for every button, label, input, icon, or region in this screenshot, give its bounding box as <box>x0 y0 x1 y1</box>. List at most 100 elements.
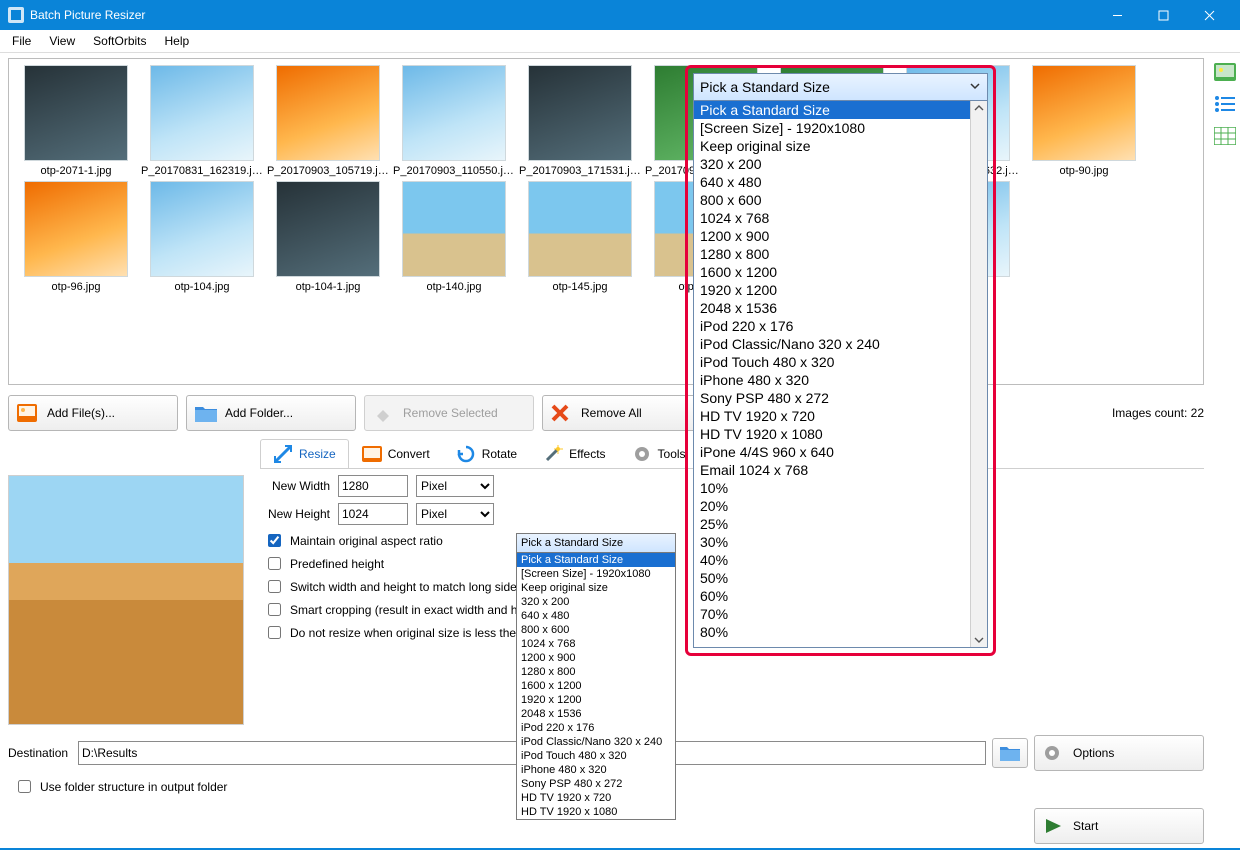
big-dropdown-option[interactable]: Sony PSP 480 x 272 <box>694 389 987 407</box>
window-maximize-button[interactable] <box>1140 0 1186 30</box>
options-button[interactable]: Options <box>1034 735 1204 771</box>
thumbnail-item[interactable]: otp-140.jpg <box>393 181 515 293</box>
big-dropdown-option[interactable]: Email 1024 x 768 <box>694 461 987 479</box>
window-close-button[interactable] <box>1186 0 1232 30</box>
small-dropdown-option[interactable]: 1920 x 1200 <box>517 693 675 707</box>
remove-selected-button[interactable]: Remove Selected <box>364 395 534 431</box>
chevron-down-icon <box>969 79 981 95</box>
big-dropdown-list[interactable]: Pick a Standard Size [Screen Size] - 192… <box>693 101 988 648</box>
thumbnail-image <box>150 65 254 161</box>
big-dropdown-scrollbar[interactable] <box>970 101 987 647</box>
menu-help[interactable]: Help <box>157 32 198 50</box>
thumbnail-item[interactable]: otp-104.jpg <box>141 181 263 293</box>
thumbnail-item[interactable]: P_20170831_162319.jpg <box>141 65 263 177</box>
big-dropdown-option[interactable]: HD TV 1920 x 720 <box>694 407 987 425</box>
thumbnail-item[interactable]: otp-96.jpg <box>15 181 137 293</box>
big-dropdown-option[interactable]: 640 x 480 <box>694 173 987 191</box>
big-dropdown-option[interactable]: 320 x 200 <box>694 155 987 173</box>
small-size-dropdown-list[interactable]: Pick a Standard Size Pick a Standard Siz… <box>516 533 676 820</box>
add-folder-button[interactable]: Add Folder... <box>186 395 356 431</box>
big-dropdown-option[interactable]: HD TV 1920 x 1080 <box>694 425 987 443</box>
big-dropdown-option[interactable]: iPone 4/4S 960 x 640 <box>694 443 987 461</box>
big-dropdown-option[interactable]: 60% <box>694 587 987 605</box>
tab-convert[interactable]: Convert <box>349 439 443 468</box>
big-dropdown-option[interactable]: 10% <box>694 479 987 497</box>
start-button[interactable]: Start <box>1034 808 1204 844</box>
chevron-up-icon[interactable] <box>972 101 986 115</box>
big-dropdown-option[interactable]: 20% <box>694 497 987 515</box>
tab-effects[interactable]: Effects <box>530 439 618 468</box>
resize-icon <box>273 444 293 464</box>
small-dropdown-option[interactable]: 1024 x 768 <box>517 637 675 651</box>
thumbnail-label: otp-104.jpg <box>141 281 263 293</box>
small-dropdown-option[interactable]: 800 x 600 <box>517 623 675 637</box>
small-dropdown-option[interactable]: iPod Classic/Nano 320 x 240 <box>517 735 675 749</box>
small-dropdown-option[interactable]: 1280 x 800 <box>517 665 675 679</box>
small-dropdown-option[interactable]: 320 x 200 <box>517 595 675 609</box>
new-width-label: New Width <box>258 479 330 493</box>
big-dropdown-selected[interactable]: Pick a Standard Size <box>694 101 987 119</box>
small-dropdown-option[interactable]: Keep original size <box>517 581 675 595</box>
chevron-down-icon[interactable] <box>972 633 986 647</box>
big-dropdown-option[interactable]: iPod Touch 480 x 320 <box>694 353 987 371</box>
view-thumbnails-button[interactable] <box>1213 60 1237 84</box>
thumbnail-item[interactable]: P_20170903_171531.jpg <box>519 65 641 177</box>
big-dropdown-option[interactable]: iPod 220 x 176 <box>694 317 987 335</box>
small-dropdown-option[interactable]: Sony PSP 480 x 272 <box>517 777 675 791</box>
big-dropdown-option[interactable]: 1920 x 1200 <box>694 281 987 299</box>
add-files-button[interactable]: Add File(s)... <box>8 395 178 431</box>
thumbnail-item[interactable]: otp-2071-1.jpg <box>15 65 137 177</box>
big-dropdown-option[interactable]: 1600 x 1200 <box>694 263 987 281</box>
big-dropdown-option[interactable]: 1200 x 900 <box>694 227 987 245</box>
big-dropdown-option[interactable]: Keep original size <box>694 137 987 155</box>
menu-view[interactable]: View <box>41 32 83 50</box>
thumbnail-item[interactable]: P_20170903_105719.jpg <box>267 65 389 177</box>
big-dropdown-option[interactable]: 70% <box>694 605 987 623</box>
big-dropdown-option[interactable]: 40% <box>694 551 987 569</box>
thumbnail-item[interactable]: otp-104-1.jpg <box>267 181 389 293</box>
small-dropdown-option[interactable]: 2048 x 1536 <box>517 707 675 721</box>
big-dropdown-option[interactable]: 2048 x 1536 <box>694 299 987 317</box>
view-list-button[interactable] <box>1213 92 1237 116</box>
tab-rotate[interactable]: Rotate <box>443 439 530 468</box>
options-label: Options <box>1073 746 1114 760</box>
small-dropdown-option[interactable]: iPod 220 x 176 <box>517 721 675 735</box>
thumbnail-item[interactable]: otp-145.jpg <box>519 181 641 293</box>
big-dropdown-option[interactable]: [Screen Size] - 1920x1080 <box>694 119 987 137</box>
browse-destination-button[interactable] <box>992 738 1028 768</box>
small-dropdown-option[interactable]: HD TV 1920 x 720 <box>517 791 675 805</box>
small-dropdown-option[interactable]: 640 x 480 <box>517 609 675 623</box>
big-dropdown-option[interactable]: 25% <box>694 515 987 533</box>
width-unit-select[interactable]: Pixel <box>416 475 494 497</box>
big-dropdown-header[interactable]: Pick a Standard Size <box>693 73 988 101</box>
thumbnail-item[interactable]: otp-90.jpg <box>1023 65 1145 177</box>
big-dropdown-option[interactable]: iPod Classic/Nano 320 x 240 <box>694 335 987 353</box>
menu-softorbits[interactable]: SoftOrbits <box>85 32 154 50</box>
small-dropdown-option[interactable]: iPhone 480 x 320 <box>517 763 675 777</box>
menu-file[interactable]: File <box>4 32 39 50</box>
small-dropdown-option[interactable]: 1200 x 900 <box>517 651 675 665</box>
small-dropdown-option[interactable]: [Screen Size] - 1920x1080 <box>517 567 675 581</box>
big-dropdown-option[interactable]: 30% <box>694 533 987 551</box>
height-unit-select[interactable]: Pixel <box>416 503 494 525</box>
new-width-input[interactable] <box>338 475 408 497</box>
small-dropdown-head[interactable]: Pick a Standard Size <box>517 534 675 553</box>
window-minimize-button[interactable] <box>1094 0 1140 30</box>
big-dropdown-option[interactable]: 1280 x 800 <box>694 245 987 263</box>
big-dropdown-option[interactable]: iPhone 480 x 320 <box>694 371 987 389</box>
big-dropdown-option[interactable]: 1024 x 768 <box>694 209 987 227</box>
big-dropdown-option[interactable]: 800 x 600 <box>694 191 987 209</box>
new-height-input[interactable] <box>338 503 408 525</box>
small-dropdown-selected[interactable]: Pick a Standard Size <box>517 553 675 567</box>
thumbnail-label: P_20170831_162319.jpg <box>141 165 263 177</box>
view-grid-button[interactable] <box>1213 124 1237 148</box>
small-dropdown-option[interactable]: HD TV 1920 x 1080 <box>517 805 675 819</box>
gear-icon <box>632 444 652 464</box>
tab-rotate-label: Rotate <box>482 447 517 461</box>
big-dropdown-option[interactable]: 50% <box>694 569 987 587</box>
small-dropdown-option[interactable]: iPod Touch 480 x 320 <box>517 749 675 763</box>
tab-resize[interactable]: Resize <box>260 439 349 468</box>
small-dropdown-option[interactable]: 1600 x 1200 <box>517 679 675 693</box>
thumbnail-item[interactable]: P_20170903_110550.jpg <box>393 65 515 177</box>
big-dropdown-option[interactable]: 80% <box>694 623 987 641</box>
